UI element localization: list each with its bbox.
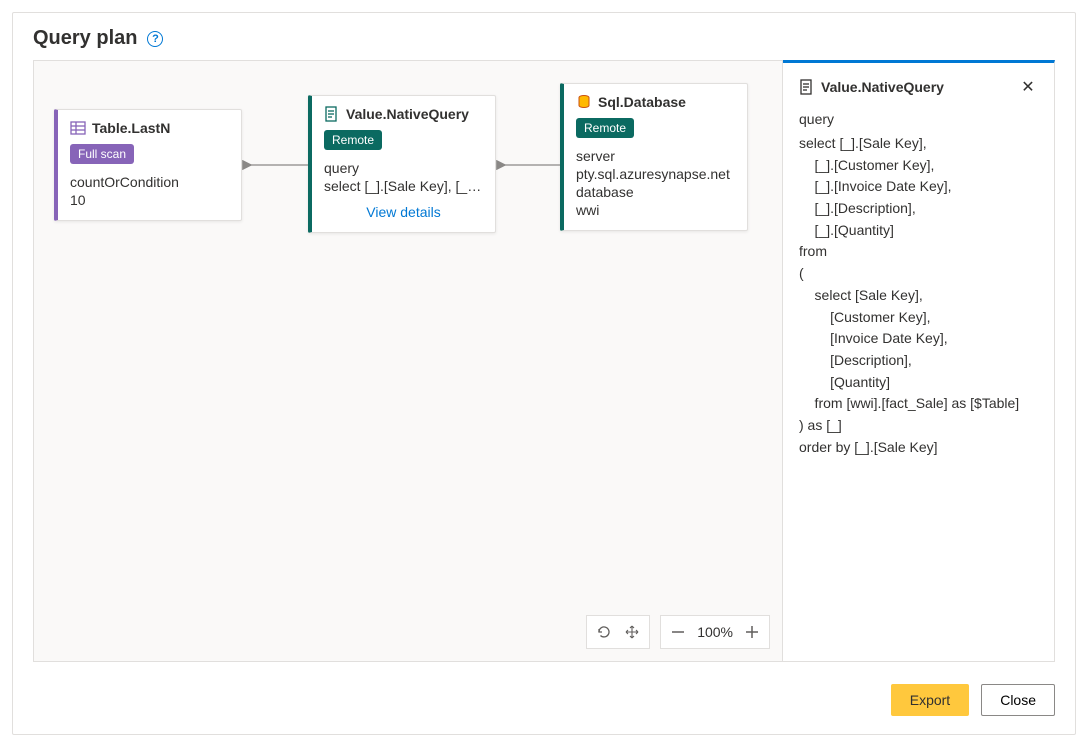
node-title: Table.LastN — [92, 120, 170, 136]
script-icon — [324, 106, 340, 122]
reset-view-button[interactable] — [595, 624, 613, 640]
export-button[interactable]: Export — [891, 684, 969, 716]
details-body: select [_].[Sale Key], [_].[Customer Key… — [799, 133, 1038, 458]
database-label: database — [576, 184, 735, 200]
details-title: Value.NativeQuery — [821, 79, 944, 95]
dialog-body: Table.LastN Full scan countOrCondition 1… — [13, 60, 1075, 674]
node-sql-database[interactable]: Sql.Database Remote server pty.sql.azure… — [560, 83, 748, 231]
full-scan-badge: Full scan — [70, 144, 134, 164]
table-icon — [70, 120, 86, 136]
close-button[interactable]: Close — [981, 684, 1055, 716]
server-label: server — [576, 148, 735, 164]
param-label: query — [324, 160, 483, 176]
details-pane: Value.NativeQuery ✕ query select [_].[Sa… — [783, 60, 1055, 662]
zoom-toolbar: 100% — [586, 615, 770, 649]
query-plan-dialog: Query plan ? Table.LastN Fu — [12, 12, 1076, 735]
arrow-1 — [242, 157, 308, 173]
remote-badge: Remote — [576, 118, 634, 138]
database-value: wwi — [576, 202, 735, 218]
close-details-button[interactable]: ✕ — [1018, 77, 1038, 97]
node-title: Sql.Database — [598, 94, 686, 110]
plan-canvas[interactable]: Table.LastN Full scan countOrCondition 1… — [33, 60, 783, 662]
param-value: select [_].[Sale Key], [_].... — [324, 178, 483, 194]
dialog-footer: Export Close — [13, 674, 1075, 734]
node-native-query[interactable]: Value.NativeQuery Remote query select [_… — [308, 95, 496, 233]
node-title: Value.NativeQuery — [346, 106, 469, 122]
arrow-2 — [496, 157, 560, 173]
remote-badge: Remote — [324, 130, 382, 150]
view-details-link[interactable]: View details — [324, 204, 483, 220]
dialog-header: Query plan ? — [13, 13, 1075, 60]
script-icon — [799, 79, 815, 95]
dialog-title: Query plan — [33, 27, 137, 50]
node-table-lastn[interactable]: Table.LastN Full scan countOrCondition 1… — [54, 109, 242, 221]
database-icon — [576, 94, 592, 110]
zoom-level: 100% — [697, 624, 733, 640]
server-value: pty.sql.azuresynapse.net — [576, 166, 735, 182]
param-label: countOrCondition — [70, 174, 229, 190]
param-value: 10 — [70, 192, 229, 208]
zoom-in-button[interactable] — [743, 625, 761, 639]
details-label: query — [799, 111, 1038, 127]
zoom-out-button[interactable] — [669, 625, 687, 639]
fit-view-button[interactable] — [623, 624, 641, 640]
help-icon[interactable]: ? — [147, 31, 163, 47]
